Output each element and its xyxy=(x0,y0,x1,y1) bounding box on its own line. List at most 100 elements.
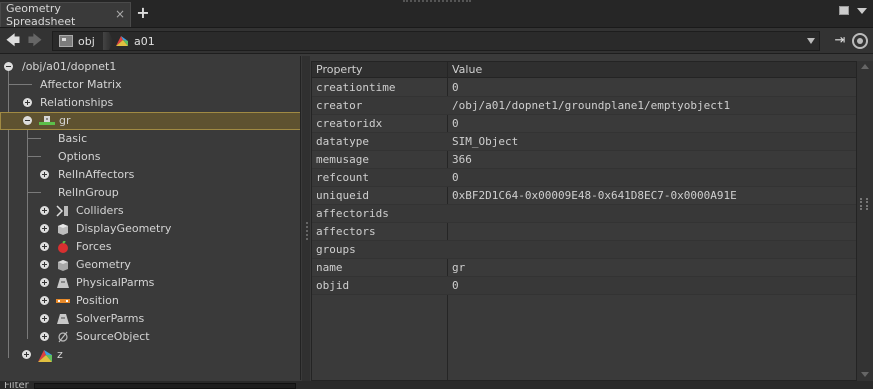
scroll-up-icon[interactable] xyxy=(861,64,869,69)
network-path-field[interactable]: obj a01 xyxy=(52,31,820,51)
table-row[interactable]: creator /obj/a01/dopnet1/groundplane1/em… xyxy=(312,97,856,115)
crumb-label: a01 xyxy=(134,34,155,48)
expand-icon[interactable] xyxy=(40,314,49,323)
pane-grip[interactable] xyxy=(403,0,471,3)
expand-icon[interactable] xyxy=(40,278,49,287)
column-header-property[interactable]: Property xyxy=(316,63,363,76)
column-header-value[interactable]: Value xyxy=(452,63,482,76)
expand-icon[interactable] xyxy=(40,170,49,179)
table-row[interactable]: uniqueid 0xBF2D1C64-0x00009E48-0x641D8EC… xyxy=(312,187,856,205)
property-cell: uniqueid xyxy=(316,189,369,202)
tree-root[interactable]: /obj/a01/dopnet1 xyxy=(0,58,300,76)
expand-icon[interactable] xyxy=(23,98,32,107)
table-row[interactable]: refcount 0 xyxy=(312,169,856,187)
tree-item-displaygeometry[interactable]: DisplayGeometry xyxy=(0,220,300,238)
value-cell: 0 xyxy=(452,171,459,184)
physical-parms-icon xyxy=(56,277,69,289)
table-row[interactable]: affectors xyxy=(312,223,856,241)
tab-label: Geometry Spreadsheet xyxy=(6,2,76,28)
expand-icon[interactable] xyxy=(40,260,49,269)
tree-item-label: RelInGroup xyxy=(58,186,119,199)
tree-item-relinaffectors[interactable]: RelInAffectors xyxy=(0,166,300,184)
value-cell: 366 xyxy=(452,153,472,166)
property-cell: creationtime xyxy=(316,81,396,94)
property-cell: groups xyxy=(316,243,356,256)
scroll-down-icon[interactable] xyxy=(861,372,869,377)
object-network-icon xyxy=(59,35,73,47)
tree-item-solverparms[interactable]: SolverParms xyxy=(0,310,300,328)
tree-item-affector-matrix[interactable]: Affector Matrix xyxy=(0,76,300,94)
tree-item-label: Options xyxy=(58,150,101,163)
expand-icon[interactable] xyxy=(40,296,49,305)
table-row[interactable]: memusage 366 xyxy=(312,151,856,169)
vertical-scrollbar[interactable] xyxy=(857,61,873,381)
tree-item-relingroup[interactable]: RelInGroup xyxy=(0,184,300,202)
close-icon[interactable]: × xyxy=(115,7,125,21)
forward-arrow-icon[interactable]: 🡆 xyxy=(26,32,44,50)
tree-item-options[interactable]: Options xyxy=(0,148,300,166)
value-cell: /obj/a01/dopnet1/groundplane1/emptyobjec… xyxy=(452,99,731,112)
path-bar: 🡄 🡆 obj a01 ⇥ xyxy=(0,28,873,54)
tree-root-label: /obj/a01/dopnet1 xyxy=(22,60,117,73)
ground-plane-icon xyxy=(38,115,55,127)
source-object-icon xyxy=(56,331,69,343)
filter-input[interactable] xyxy=(34,383,296,389)
crumb-a01[interactable]: a01 xyxy=(115,32,155,50)
back-arrow-icon[interactable]: 🡄 xyxy=(4,32,22,50)
table-row[interactable]: groups xyxy=(312,241,856,259)
property-cell: affectorids xyxy=(316,207,389,220)
expand-icon[interactable] xyxy=(40,206,49,215)
tree-item-label: Position xyxy=(76,294,119,307)
crumb-label: obj xyxy=(78,34,95,48)
dop-object-icon xyxy=(115,35,129,47)
tab-geometry-spreadsheet[interactable]: Geometry Spreadsheet × xyxy=(0,2,131,28)
tree-item-label: PhysicalParms xyxy=(76,276,155,289)
tree-item-gr[interactable]: gr xyxy=(0,112,300,130)
tree-item-position[interactable]: Position xyxy=(0,292,300,310)
scrollbar-grip[interactable] xyxy=(860,198,868,210)
path-dropdown-icon[interactable] xyxy=(807,38,815,44)
tree-item-z[interactable]: z xyxy=(0,346,300,364)
splitter-grip[interactable] xyxy=(306,222,309,240)
tree-item-physicalparms[interactable]: PhysicalParms xyxy=(0,274,300,292)
table-row[interactable]: name gr xyxy=(312,259,856,277)
expand-icon[interactable] xyxy=(40,332,49,341)
collapse-icon[interactable] xyxy=(4,62,13,71)
tree-item-geometry[interactable]: Geometry xyxy=(0,256,300,274)
expand-icon[interactable] xyxy=(40,224,49,233)
tree-item-label: z xyxy=(57,348,63,361)
tree-item-label: SourceObject xyxy=(76,330,150,343)
collapse-icon[interactable] xyxy=(23,116,32,125)
add-tab-icon[interactable]: + xyxy=(135,4,151,22)
collider-icon xyxy=(56,205,69,217)
property-table: Property Value creationtime 0 creator /o… xyxy=(311,61,857,381)
expand-icon[interactable] xyxy=(40,242,49,251)
tree-item-basic[interactable]: Basic xyxy=(0,130,300,148)
table-row[interactable]: objid 0 xyxy=(312,277,856,295)
table-row[interactable]: creatoridx 0 xyxy=(312,115,856,133)
link-icon[interactable] xyxy=(852,33,868,49)
display-geometry-icon xyxy=(56,223,69,235)
tree-item-relationships[interactable]: Relationships xyxy=(0,94,300,112)
table-header: Property Value xyxy=(312,62,856,78)
crumb-separator xyxy=(103,32,113,50)
table-row[interactable]: creationtime 0 xyxy=(312,79,856,97)
solver-parms-icon xyxy=(56,313,69,325)
crumb-obj[interactable]: obj xyxy=(59,32,95,50)
tree-item-forces[interactable]: Forces xyxy=(0,238,300,256)
value-cell: gr xyxy=(452,261,466,274)
maximize-icon[interactable] xyxy=(839,6,849,15)
tree-item-label: gr xyxy=(59,114,71,127)
table-row[interactable]: datatype SIM_Object xyxy=(312,133,856,151)
pin-icon[interactable]: ⇥ xyxy=(832,33,848,49)
pane-splitter[interactable] xyxy=(302,56,310,381)
pane-menu-icon[interactable] xyxy=(857,7,867,14)
data-tree: /obj/a01/dopnet1 Affector Matrix Relatio… xyxy=(0,56,301,380)
tree-item-sourceobject[interactable]: SourceObject xyxy=(0,328,300,346)
expand-icon[interactable] xyxy=(22,350,31,359)
tree-item-colliders[interactable]: Colliders xyxy=(0,202,300,220)
value-cell: SIM_Object xyxy=(452,135,519,148)
table-row[interactable]: affectorids xyxy=(312,205,856,223)
value-cell: 0xBF2D1C64-0x00009E48-0x641D8EC7-0x0000A… xyxy=(452,189,737,202)
value-cell: 0 xyxy=(452,117,459,130)
